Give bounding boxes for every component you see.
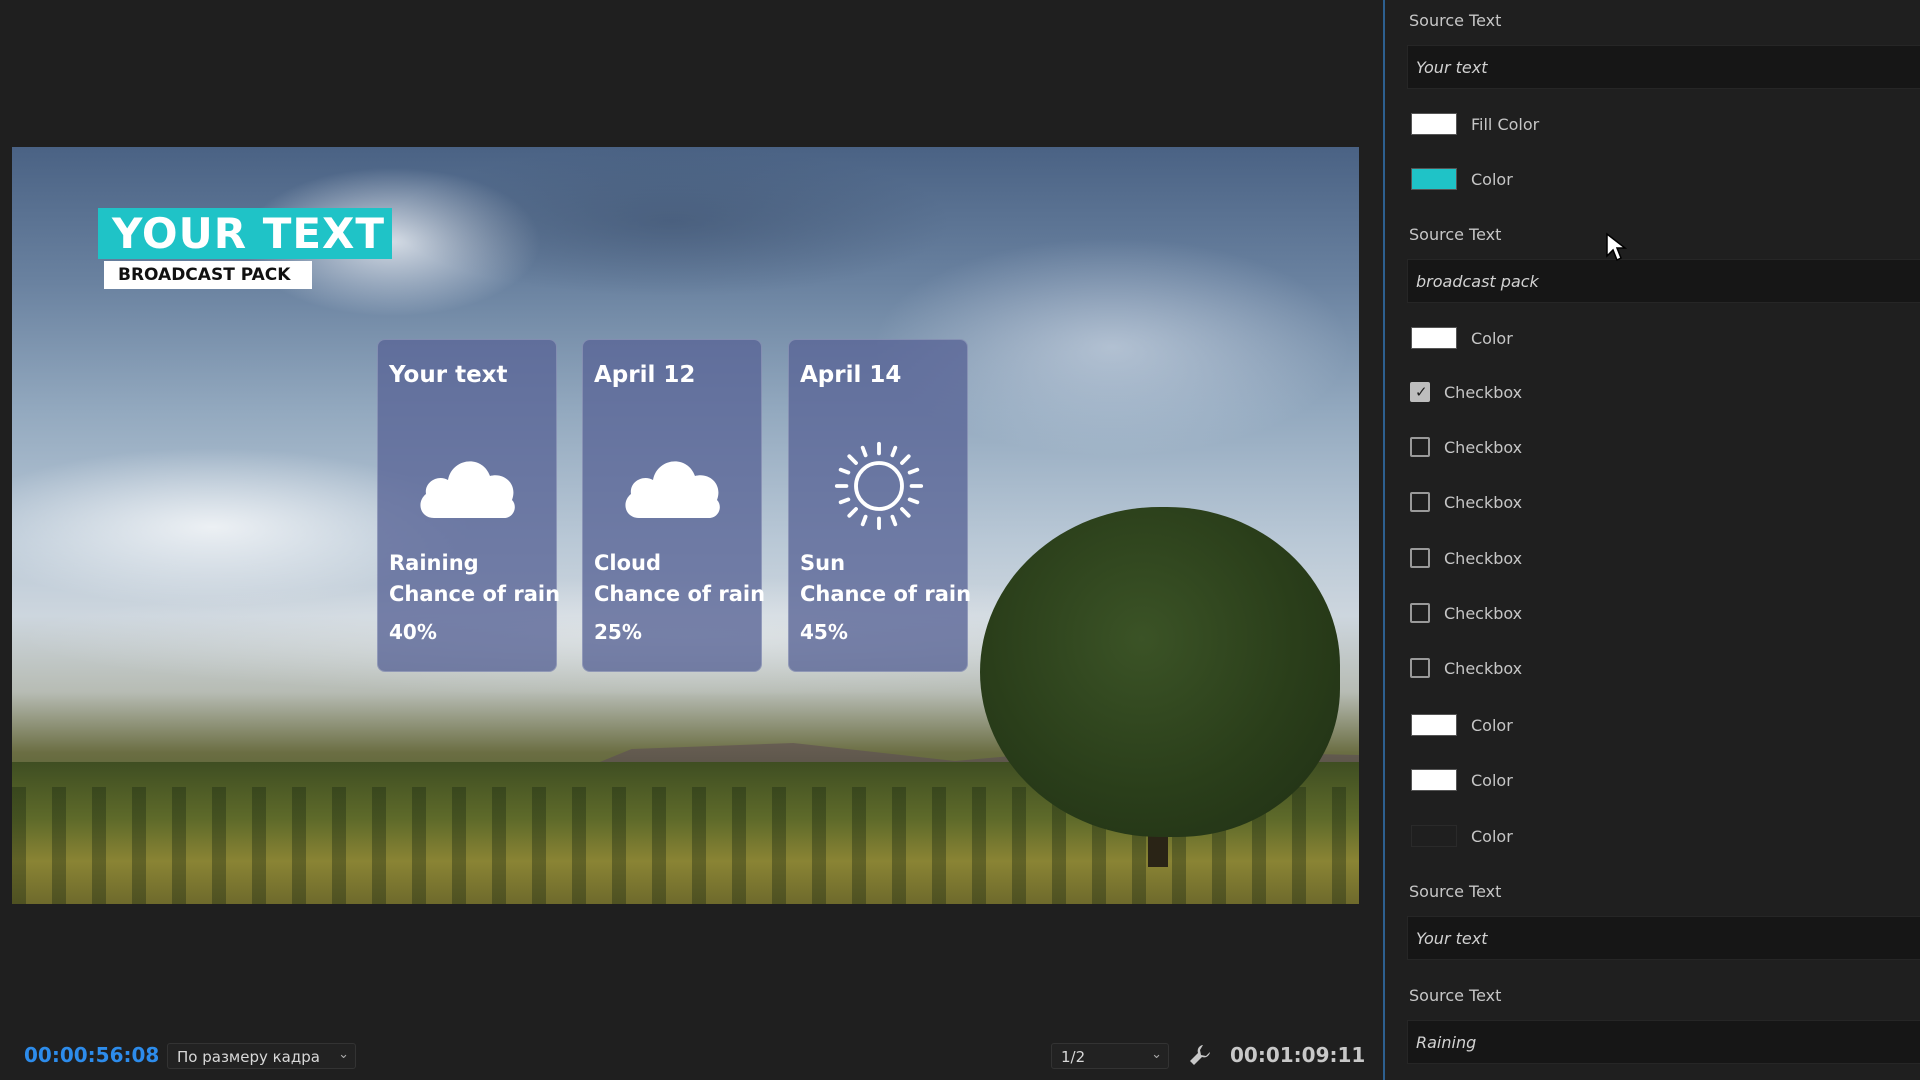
mouse-cursor-icon <box>1606 232 1627 262</box>
chevron-down-icon: ⌄ <box>1151 1047 1162 1062</box>
source-text-label: Source Text <box>1409 986 1502 1005</box>
fill-color-row: Fill Color <box>1385 109 1920 139</box>
checkbox-row: Checkbox <box>1385 432 1920 462</box>
checkbox-label: Checkbox <box>1444 549 1523 568</box>
checkbox[interactable] <box>1410 437 1430 457</box>
color-label: Color <box>1471 771 1513 790</box>
graphic-title[interactable]: YOUR TEXT <box>112 211 385 257</box>
graphic-subtitle[interactable]: BROADCAST PACK <box>118 265 290 285</box>
card-chance-value: 45% <box>800 620 848 644</box>
color-row: Color <box>1385 164 1920 194</box>
card-chance-label: Chance of rain <box>594 582 766 606</box>
source-text-input[interactable]: broadcast pack <box>1407 259 1920 303</box>
color-label: Color <box>1471 170 1513 189</box>
card-date: April 14 <box>800 362 902 388</box>
essential-graphics-panel: Source Text Your text Fill Color Color S… <box>1385 0 1920 1080</box>
checkmark-icon: ✓ <box>1415 383 1428 401</box>
source-text-input[interactable]: Your text <box>1407 916 1920 960</box>
checkbox[interactable] <box>1410 603 1430 623</box>
source-text-label: Source Text <box>1409 225 1502 244</box>
video-preview[interactable]: YOUR TEXT BROADCAST PACK Your text Raini… <box>12 147 1359 904</box>
checkbox[interactable] <box>1410 548 1430 568</box>
source-text-input[interactable]: Raining <box>1407 1020 1920 1064</box>
chevron-down-icon: ⌄ <box>338 1047 349 1062</box>
checkbox-label: Checkbox <box>1444 493 1523 512</box>
cloud-icon <box>420 461 515 518</box>
playback-resolution-select[interactable]: 1/2 ⌄ <box>1051 1043 1169 1069</box>
color-label: Color <box>1471 329 1513 348</box>
playhead-timecode[interactable]: 00:00:56:08 <box>24 1043 159 1067</box>
source-text-value: Raining <box>1416 1033 1477 1052</box>
sky-cloud-dark <box>392 147 952 297</box>
checkbox-row: Checkbox <box>1385 487 1920 517</box>
checkbox-label: Checkbox <box>1444 659 1523 678</box>
tree-canopy <box>980 507 1340 837</box>
checkbox[interactable]: ✓ <box>1410 382 1430 402</box>
color-swatch[interactable] <box>1411 769 1457 791</box>
color-swatch[interactable] <box>1411 113 1457 135</box>
color-label: Color <box>1471 827 1513 846</box>
source-text-input[interactable]: Your text <box>1407 45 1920 89</box>
color-swatch[interactable] <box>1411 327 1457 349</box>
zoom-level-value: По размеру кадра <box>177 1048 320 1066</box>
zoom-level-select[interactable]: По размеру кадра ⌄ <box>167 1043 356 1069</box>
card-chance-label: Chance of rain <box>800 582 972 606</box>
card-chance-value: 25% <box>594 620 642 644</box>
color-swatch[interactable] <box>1411 825 1457 847</box>
source-text-label: Source Text <box>1409 11 1502 30</box>
card-condition: Sun <box>800 551 846 575</box>
weather-card[interactable]: April 14 Sun Chance of rain 45% <box>788 339 972 672</box>
checkbox-row: Checkbox <box>1385 653 1920 683</box>
card-condition: Raining <box>389 551 479 575</box>
checkbox-label: Checkbox <box>1444 438 1523 457</box>
color-label: Color <box>1471 716 1513 735</box>
card-date: April 12 <box>594 362 696 388</box>
color-swatch[interactable] <box>1411 168 1457 190</box>
card-chance-label: Chance of rain <box>389 582 561 606</box>
cloud-icon <box>625 461 720 518</box>
source-text-value: Your text <box>1416 58 1488 77</box>
weather-card[interactable]: Your text Raining Chance of rain 40% <box>377 339 561 672</box>
card-date: Your text <box>389 362 508 388</box>
duration-timecode: 00:01:09:11 <box>1230 1043 1366 1067</box>
playback-resolution-value: 1/2 <box>1061 1048 1086 1066</box>
checkbox-label: Checkbox <box>1444 383 1523 402</box>
wrench-icon[interactable] <box>1188 1043 1212 1067</box>
color-swatch[interactable] <box>1411 714 1457 736</box>
checkbox[interactable] <box>1410 492 1430 512</box>
color-row: Color <box>1385 821 1920 851</box>
sun-icon <box>834 441 924 531</box>
color-row: Color <box>1385 710 1920 740</box>
source-text-label: Source Text <box>1409 882 1502 901</box>
color-row: Color <box>1385 765 1920 795</box>
weather-card[interactable]: April 12 Cloud Chance of rain 25% <box>582 339 766 672</box>
checkbox-label: Checkbox <box>1444 604 1523 623</box>
color-row: Color <box>1385 323 1920 353</box>
checkbox[interactable] <box>1410 658 1430 678</box>
program-monitor: YOUR TEXT BROADCAST PACK Your text Raini… <box>0 0 1383 1080</box>
checkbox-row: ✓ Checkbox <box>1385 377 1920 407</box>
checkbox-row: Checkbox <box>1385 543 1920 573</box>
source-text-value: Your text <box>1416 929 1488 948</box>
card-chance-value: 40% <box>389 620 437 644</box>
color-label: Fill Color <box>1471 115 1540 134</box>
card-condition: Cloud <box>594 551 662 575</box>
checkbox-row: Checkbox <box>1385 598 1920 628</box>
source-text-value: broadcast pack <box>1416 272 1539 291</box>
